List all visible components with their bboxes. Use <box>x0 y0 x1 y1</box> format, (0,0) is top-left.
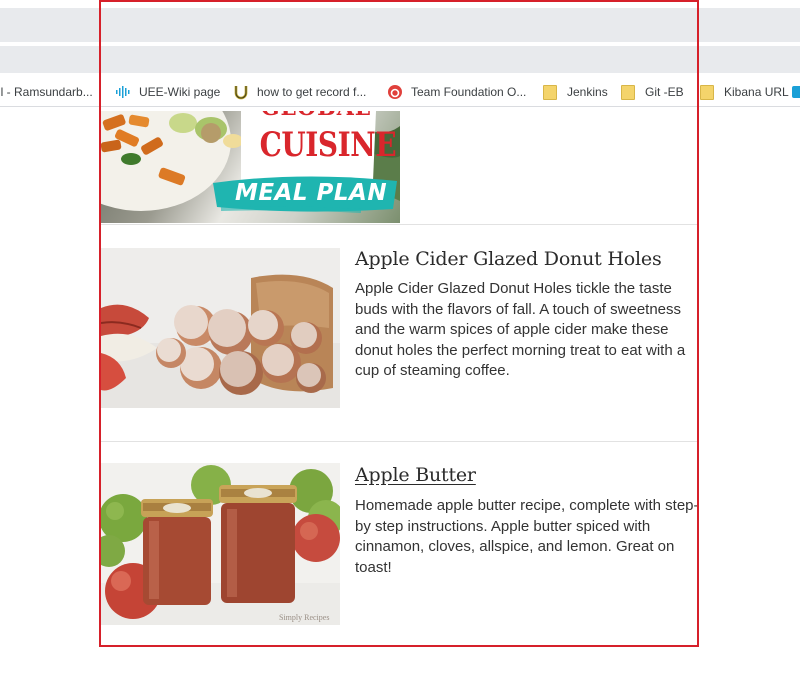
apple-butter-image[interactable]: Simply Recipes <box>101 463 340 625</box>
bookmark-label: Jenkins <box>567 85 608 99</box>
cisco-icon <box>115 84 131 100</box>
address-bar[interactable] <box>0 46 800 73</box>
donut-holes-photo <box>101 248 340 408</box>
window-top <box>0 0 800 8</box>
bookmark-uee-wiki[interactable]: UEE-Wiki page <box>115 82 220 102</box>
bookmark-label: il - Ramsundarb... <box>0 85 93 99</box>
bookmark-how-to-get-record[interactable]: how to get record f... <box>233 82 366 102</box>
banner-line-cuisine: CUISINE <box>259 125 397 165</box>
recipe-description-donut-holes: Apple Cider Glazed Donut Holes tickle th… <box>355 280 686 379</box>
folder-icon <box>621 84 635 100</box>
bookmark-label: Git -EB <box>645 85 684 99</box>
bookmarks-bar: il - Ramsundarb... UEE-Wiki page how to … <box>0 78 800 107</box>
bookmark-ramsundarb[interactable]: il - Ramsundarb... <box>0 82 93 102</box>
banner-line-meal-plan: MEAL PLAN <box>234 180 388 206</box>
bookmark-kibana[interactable]: Kibana URL <box>698 82 789 102</box>
folder-icon <box>700 84 714 100</box>
recipe-title-apple-butter[interactable]: Apple Butter <box>355 464 476 486</box>
bookmark-label: how to get record f... <box>257 85 367 99</box>
recipe-title-donut-holes[interactable]: Apple Cider Glazed Donut Holes <box>355 248 662 270</box>
horseshoe-icon <box>233 84 249 100</box>
bookmark-label: UEE-Wiki page <box>139 85 221 99</box>
bookmark-label: Team Foundation O... <box>411 85 527 99</box>
bookmark-label: Kibana URL <box>724 85 789 99</box>
donut-holes-image[interactable] <box>101 248 340 408</box>
simply-recipes-watermark: Simply Recipes <box>279 613 329 622</box>
banner-line-global: GLOBAL <box>251 111 381 119</box>
tfs-icon <box>387 84 403 100</box>
tab-strip[interactable] <box>0 8 800 42</box>
apple-butter-photo: Simply Recipes <box>101 463 340 625</box>
bookmark-git-eb[interactable]: Git -EB <box>619 82 684 102</box>
folder-icon <box>543 84 557 100</box>
divider <box>101 441 699 442</box>
bookmark-overflow-icon[interactable] <box>792 82 800 102</box>
meal-plan-banner[interactable]: GLOBAL CUISINE MEAL PLAN <box>101 111 400 223</box>
divider <box>101 224 699 225</box>
bookmark-jenkins[interactable]: Jenkins <box>541 82 608 102</box>
bookmark-team-foundation[interactable]: Team Foundation O... <box>387 82 526 102</box>
recipe-description-apple-butter: Homemade apple butter recipe, complete w… <box>355 497 699 576</box>
